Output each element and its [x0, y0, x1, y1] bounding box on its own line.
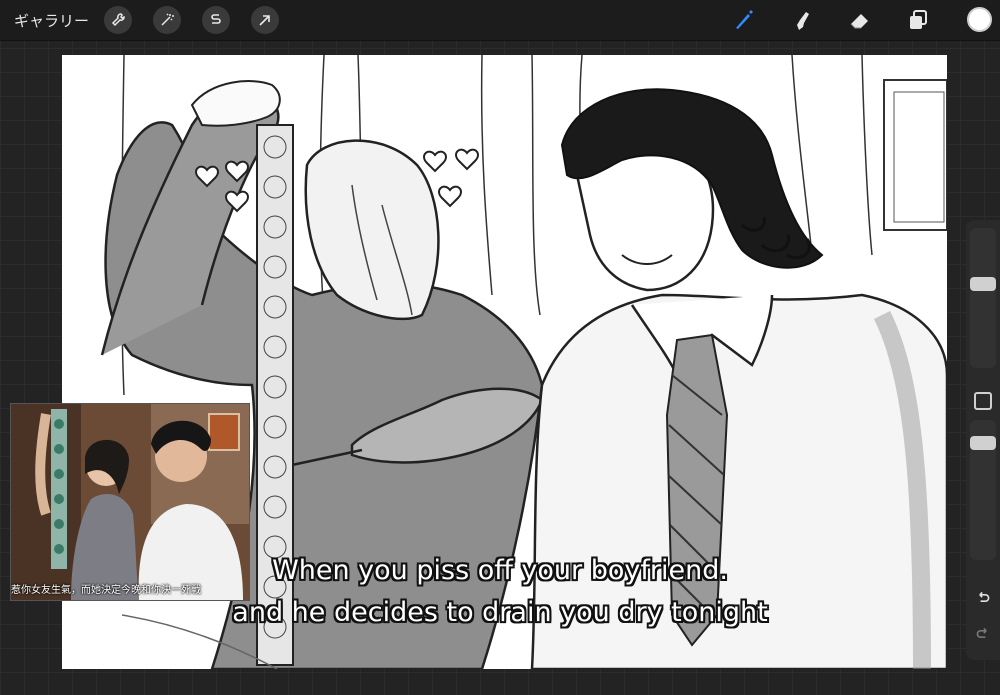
brush-size-handle[interactable] [970, 277, 996, 291]
wrench-icon [111, 13, 125, 27]
subtitle-line-1: When you piss off your boyfriend. [272, 555, 728, 586]
top-toolbar: ギャラリー [0, 0, 1000, 41]
undo-button[interactable] [973, 588, 993, 608]
eraser-tool[interactable] [846, 6, 874, 34]
undo-icon [979, 591, 990, 602]
subtitle-line-2: and he decides to drain you dry tonight [232, 597, 768, 628]
adjustments-button[interactable] [153, 6, 181, 34]
redo-icon [976, 627, 987, 638]
selection-icon [211, 14, 221, 24]
color-swatch[interactable] [967, 7, 992, 32]
gallery-button[interactable]: ギャラリー [14, 10, 89, 31]
layers-tool[interactable] [904, 6, 932, 34]
magic-wand-icon [161, 13, 174, 26]
smudge-icon [797, 12, 809, 30]
transform-button[interactable] [251, 6, 279, 34]
opacity-handle[interactable] [970, 436, 996, 450]
modify-button[interactable] [974, 392, 992, 410]
smudge-tool[interactable] [788, 6, 816, 34]
brush-size-slider[interactable] [970, 228, 996, 368]
layers-icon [910, 10, 927, 29]
selection-button[interactable] [202, 6, 230, 34]
actions-button[interactable] [104, 6, 132, 34]
eraser-icon [850, 14, 868, 29]
brush-tool[interactable] [730, 6, 758, 34]
redo-button[interactable] [973, 624, 993, 644]
brush-icon [736, 10, 753, 29]
transform-arrow-icon [259, 15, 270, 26]
brush-sidebar [966, 220, 1000, 660]
